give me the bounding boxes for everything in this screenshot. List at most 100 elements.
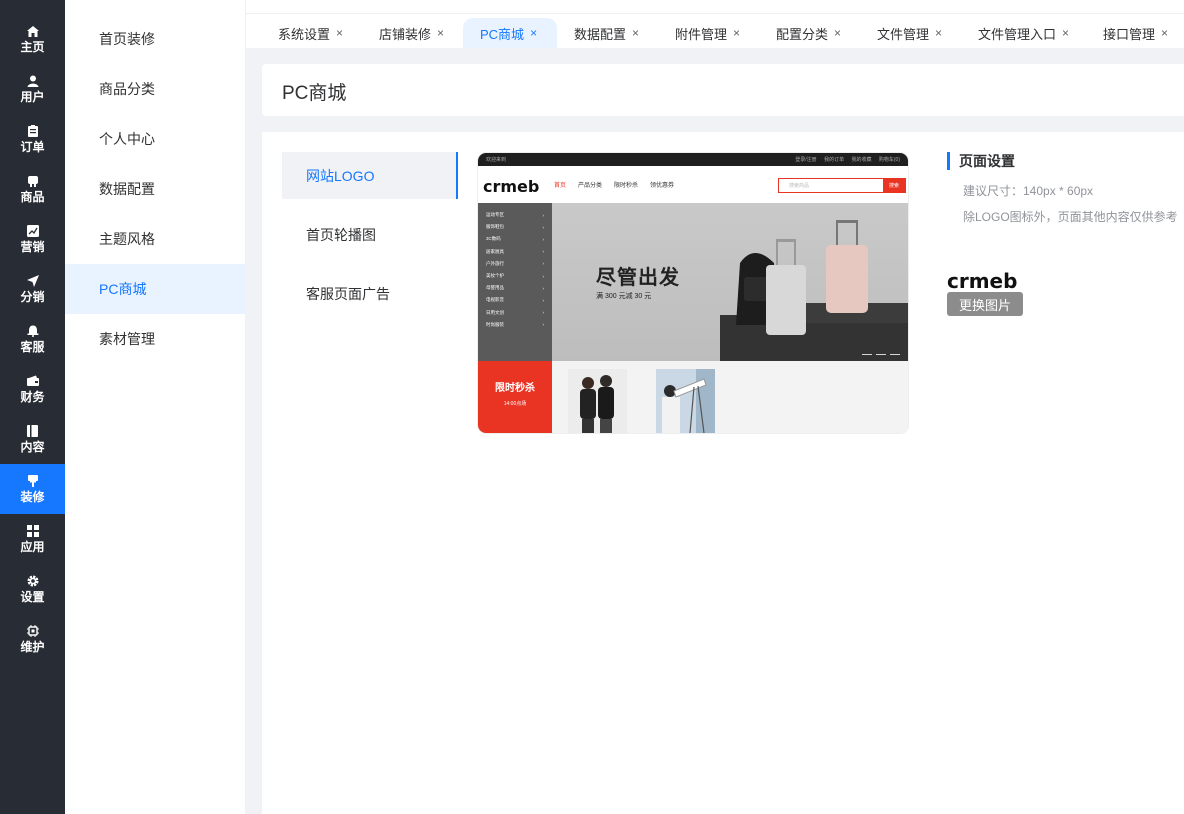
tab-api-management[interactable]: 接口管理 × xyxy=(1087,18,1184,48)
submenu-label: 素材管理 xyxy=(99,331,155,347)
submenu-item-home-decoration[interactable]: 首页装修 xyxy=(65,14,246,64)
submenu-label: 首页装修 xyxy=(99,31,155,47)
rail-item-user[interactable]: 用户 xyxy=(0,64,65,114)
preview-product-image xyxy=(656,369,715,433)
preview-flash-block: 限时秒杀 14:00点场 xyxy=(478,361,552,433)
top-header xyxy=(246,0,1184,14)
close-icon[interactable]: × xyxy=(935,26,942,40)
submenu-label: 商品分类 xyxy=(99,81,155,97)
rail-label: 主页 xyxy=(20,40,45,54)
preview-logo: crmeb xyxy=(483,177,539,196)
preview-banner-subtitle: 满 300 元减 30 元 xyxy=(596,293,652,300)
user-icon xyxy=(26,74,40,88)
submenu-label: 数据配置 xyxy=(99,181,155,197)
close-icon[interactable]: × xyxy=(437,26,444,40)
current-logo-text: crmeb xyxy=(947,269,1017,293)
distribution-icon xyxy=(26,274,40,288)
preview-topbar: 欢迎来到 登录/注册 我的订单 我的收藏 购物车(0) xyxy=(478,153,908,166)
preview-nav: crmeb 首页 产品分类 限时秒杀 领优惠券 搜索商品 搜索 xyxy=(478,166,908,203)
preview-category: 居家厨具 › xyxy=(486,248,544,255)
rail-item-finance[interactable]: 财务 xyxy=(0,364,65,414)
section-tab-label: 客服页面广告 xyxy=(306,285,390,302)
logo-uploader[interactable]: crmeb 更换图片 xyxy=(947,266,1023,318)
tab-label: 店铺装修 xyxy=(379,26,432,42)
rail-item-settings[interactable]: 设置 xyxy=(0,564,65,614)
rail-label: 装修 xyxy=(20,490,45,504)
rail-item-order[interactable]: 订单 xyxy=(0,114,65,164)
tab-config-category[interactable]: 配置分类 × xyxy=(760,18,857,48)
section-tab-carousel[interactable]: 首页轮播图 xyxy=(282,211,458,258)
section-tab-service-ad[interactable]: 客服页面广告 xyxy=(282,270,458,317)
main-sidebar: 主页 用户 订单 商品 营销 分销 客服 财务 内容 装修 应用 设置 维护 xyxy=(0,0,65,814)
submenu-item-product-category[interactable]: 商品分类 xyxy=(65,64,246,114)
size-hint: 建议尺寸：140px * 60px xyxy=(963,184,1094,198)
preview-category: 服饰鞋包 › xyxy=(486,224,544,230)
submenu-item-pc-mall[interactable]: PC商城 xyxy=(65,264,246,314)
luggage-illustration xyxy=(720,220,908,361)
rail-item-distribution[interactable]: 分销 xyxy=(0,264,65,314)
change-image-button[interactable]: 更换图片 xyxy=(947,292,1023,316)
service-icon xyxy=(26,324,40,338)
marketing-icon xyxy=(26,224,40,238)
submenu-item-theme-style[interactable]: 主题风格 xyxy=(65,214,246,264)
preview-top-link: 我的收藏 xyxy=(851,157,872,163)
rail-item-maintenance[interactable]: 维护 xyxy=(0,614,65,664)
tab-file-management[interactable]: 文件管理 × xyxy=(861,18,958,48)
tab-label: PC商城 xyxy=(480,26,525,42)
submenu-item-personal-center[interactable]: 个人中心 xyxy=(65,114,246,164)
preview-menu-item: 限时秒杀 xyxy=(614,183,639,189)
decoration-icon xyxy=(26,474,40,488)
rail-item-service[interactable]: 客服 xyxy=(0,314,65,364)
close-icon[interactable]: × xyxy=(336,26,343,40)
page-title: PC商城 xyxy=(282,83,347,104)
close-icon[interactable]: × xyxy=(530,26,537,40)
tab-shop-decoration[interactable]: 店铺装修 × xyxy=(363,18,460,48)
preview-category: 美妆个护 › xyxy=(486,273,544,279)
tab-file-entry[interactable]: 文件管理入口 × xyxy=(962,18,1085,48)
tab-data-config[interactable]: 数据配置 × xyxy=(558,18,655,48)
rail-label: 分销 xyxy=(20,290,45,304)
rail-item-marketing[interactable]: 营销 xyxy=(0,214,65,264)
preview-menu-item: 产品分类 xyxy=(578,183,603,189)
close-icon[interactable]: × xyxy=(733,26,740,40)
preview-category: 日用文创 › xyxy=(486,309,544,316)
tab-label: 附件管理 xyxy=(675,26,728,42)
finance-icon xyxy=(26,374,40,388)
rail-item-home[interactable]: 主页 xyxy=(0,14,65,64)
tab-attachment[interactable]: 附件管理 × xyxy=(659,18,756,48)
rail-label: 商品 xyxy=(20,190,45,204)
rail-label: 客服 xyxy=(20,340,45,354)
order-icon xyxy=(26,124,40,138)
preview-top-link: 登录/注册 xyxy=(795,157,817,163)
preview-search: 搜索商品 搜索 xyxy=(778,178,906,193)
tab-system-settings[interactable]: 系统设置 × xyxy=(262,18,359,48)
close-icon[interactable]: × xyxy=(1062,26,1069,40)
current-logo-image: crmeb xyxy=(947,269,1017,293)
submenu-item-material[interactable]: 素材管理 xyxy=(65,314,246,364)
preview-flash-sale: 限时秒杀 14:00点场 xyxy=(478,361,908,433)
tab-label: 文件管理入口 xyxy=(978,26,1057,42)
preview-category: 电视影音 › xyxy=(486,297,544,303)
rail-item-content[interactable]: 内容 xyxy=(0,414,65,464)
tab-label: 系统设置 xyxy=(278,26,331,42)
rail-label: 订单 xyxy=(20,140,45,154)
tab-pc-mall[interactable]: PC商城 × xyxy=(463,18,557,48)
rail-item-apps[interactable]: 应用 xyxy=(0,514,65,564)
rail-item-decoration[interactable]: 装修 xyxy=(0,464,65,514)
close-icon[interactable]: × xyxy=(1161,26,1168,40)
settings-icon xyxy=(26,574,40,588)
preview-category: 户外旅行 › xyxy=(486,260,544,267)
submenu-item-data-config[interactable]: 数据配置 xyxy=(65,164,246,214)
close-icon[interactable]: × xyxy=(632,26,639,40)
preview-menu-item: 首页 xyxy=(554,183,567,189)
rail-item-product[interactable]: 商品 xyxy=(0,164,65,214)
apps-icon xyxy=(26,524,40,538)
preview-category: 时尚服装 › xyxy=(486,321,544,328)
section-tab-logo[interactable]: 网站LOGO xyxy=(282,152,458,199)
preview-carousel-dots xyxy=(858,353,900,355)
close-icon[interactable]: × xyxy=(834,26,841,40)
home-icon xyxy=(26,24,40,38)
maintenance-icon xyxy=(26,624,40,638)
preview-top-link: 我的订单 xyxy=(824,157,845,163)
settings-note: 除LOGO图标外，页面其他内容仅供参考 xyxy=(963,210,1178,224)
